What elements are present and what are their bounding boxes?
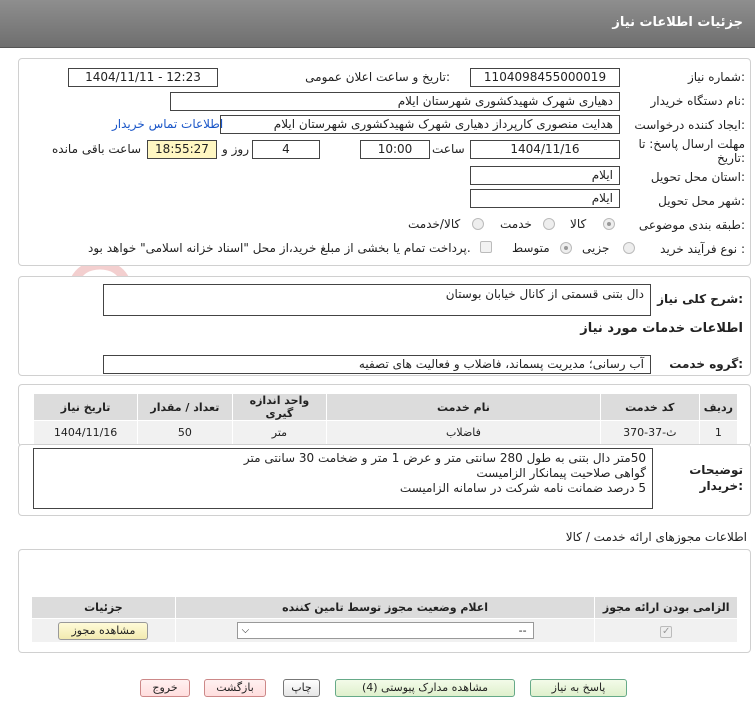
process-radio-medium[interactable]	[560, 242, 572, 254]
services-table: ردیف کد خدمت نام خدمت واحد اندازه گیری ت…	[32, 393, 739, 445]
category-radio-service[interactable]	[543, 218, 555, 230]
permits-section-title: اطلاعات مجوزهای ارائه خدمت / کالا	[565, 530, 747, 544]
col-permit-required: الزامی بودن ارائه مجوز	[594, 596, 738, 619]
permit-required-checkbox[interactable]: ✓	[660, 625, 673, 638]
buyer-notes-label: توضیحات	[689, 463, 743, 477]
deadline-time-field: 10:00	[360, 140, 430, 159]
province-label: استان محل تحویل:	[650, 170, 745, 184]
col-row: ردیف	[698, 393, 739, 421]
service-group-label: گروه خدمت:	[669, 357, 743, 371]
cell-need-date: 1404/11/16	[32, 420, 139, 445]
category-option-service: خدمت	[500, 217, 532, 231]
treasury-payment-note: پرداخت تمام یا بخشی از مبلغ خرید،از محل …	[88, 241, 471, 255]
buyer-notes-text: 50متر دال بتنی به طول 280 سانتی متر و عر…	[33, 448, 653, 509]
cell-quantity: 50	[137, 420, 233, 445]
need-number-field: 1104098455000019	[470, 68, 620, 87]
remaining-time-field: 18:55:27	[147, 140, 217, 159]
cell-service-name: فاضلاب	[326, 420, 601, 445]
category-option-goods: کالا	[570, 217, 587, 231]
summary-field: دال بتنی قسمتی از کانال خیابان بوستان	[103, 284, 651, 316]
back-button[interactable]: بازگشت	[204, 679, 266, 697]
cell-permit-required: ✓	[594, 618, 738, 643]
buyer-org-field: دهیاری شهرک شهیدکشوری شهرستان ایلام	[170, 92, 620, 111]
chevron-down-icon: ⌵	[241, 625, 250, 636]
announce-label: تاریخ و ساعت اعلان عمومی:	[305, 70, 450, 84]
col-permit-details: جزئیات	[31, 596, 176, 619]
process-radio-minor[interactable]	[623, 242, 635, 254]
cell-row: 1	[698, 420, 739, 445]
remaining-label: ساعت باقی مانده	[52, 142, 142, 156]
need-number-label: شماره نیاز:	[687, 70, 745, 84]
permit-status-value: --	[518, 624, 527, 637]
col-service-code: کد خدمت	[599, 393, 700, 421]
col-permit-status: اعلام وضعیت مجوز توسط تامین کننده	[174, 596, 596, 619]
process-option-medium: متوسط	[512, 241, 550, 255]
buyer-notes-label-2: خریدار:	[699, 479, 743, 493]
cell-permit-details: مشاهده مجوز	[31, 618, 176, 643]
page-header: جزئیات اطلاعات نیاز	[0, 0, 755, 48]
permit-status-select[interactable]: -- ⌵	[236, 622, 534, 639]
permits-table-header: الزامی بودن ارائه مجوز اعلام وضعیت مجوز …	[31, 596, 738, 619]
announce-field: 1404/11/11 - 12:23	[68, 68, 218, 87]
treasury-payment-checkbox[interactable]	[480, 241, 492, 253]
cell-unit: متر	[231, 420, 328, 445]
buyer-org-label: نام دستگاه خریدار:	[650, 94, 746, 108]
days-remaining-field: 4	[252, 140, 320, 159]
col-service-name: نام خدمت	[326, 393, 601, 421]
services-section-title: اطلاعات خدمات مورد نیاز	[580, 321, 743, 336]
view-permit-button[interactable]: مشاهده مجوز	[58, 621, 149, 640]
process-option-minor: جزیی	[582, 241, 610, 255]
days-label: روز و	[222, 142, 249, 156]
deadline-label: مهلت ارسال پاسخ: تا	[638, 137, 745, 151]
deadline-date-field: 1404/11/16	[470, 140, 620, 159]
attachments-button[interactable]: مشاهده مدارک پیوستی (4)	[335, 679, 515, 697]
time-label: ساعت	[432, 142, 465, 156]
category-radio-both[interactable]	[472, 218, 484, 230]
service-group-field: آب رسانی؛ مدیریت پسماند، فاضلاب و فعالیت…	[103, 355, 651, 374]
cell-service-code: ث-37-370	[599, 420, 700, 445]
need-info-panel	[18, 58, 751, 266]
reply-button[interactable]: پاسخ به نیاز	[530, 679, 627, 697]
summary-label: شرح کلی نیاز:	[657, 292, 743, 306]
category-option-both: کالا/خدمت	[408, 217, 461, 231]
category-label: طبقه بندی موضوعی:	[638, 218, 745, 232]
page-title: جزئیات اطلاعات نیاز	[612, 15, 743, 30]
services-table-header: ردیف کد خدمت نام خدمت واحد اندازه گیری ت…	[32, 393, 739, 421]
col-need-date: تاریخ نیاز	[32, 393, 139, 421]
creator-label: ایجاد کننده درخواست:	[634, 118, 745, 132]
exit-button[interactable]: خروج	[140, 679, 190, 697]
deadline-date-label: تاریخ:	[717, 151, 745, 165]
creator-field: هدایت منصوری کارپرداز دهیاری شهرک شهیدکش…	[220, 115, 620, 134]
permits-table: الزامی بودن ارائه مجوز اعلام وضعیت مجوز …	[31, 596, 738, 643]
process-label: نوع فرآیند خرید :	[660, 242, 745, 256]
cell-permit-status: -- ⌵	[174, 618, 596, 643]
print-button[interactable]: چاپ	[283, 679, 320, 697]
category-radio-goods[interactable]	[603, 218, 615, 230]
city-field: ایلام	[470, 189, 620, 208]
province-field: ایلام	[470, 166, 620, 185]
table-row: ✓ -- ⌵ مشاهده مجوز	[31, 618, 738, 643]
contact-info-link[interactable]: اطلاعات تماس خریدار	[112, 117, 223, 131]
col-unit: واحد اندازه گیری	[231, 393, 328, 421]
table-row: 1 ث-37-370 فاضلاب متر 50 1404/11/16	[32, 420, 739, 445]
city-label: شهر محل تحویل:	[658, 194, 745, 208]
col-quantity: تعداد / مقدار	[137, 393, 233, 421]
